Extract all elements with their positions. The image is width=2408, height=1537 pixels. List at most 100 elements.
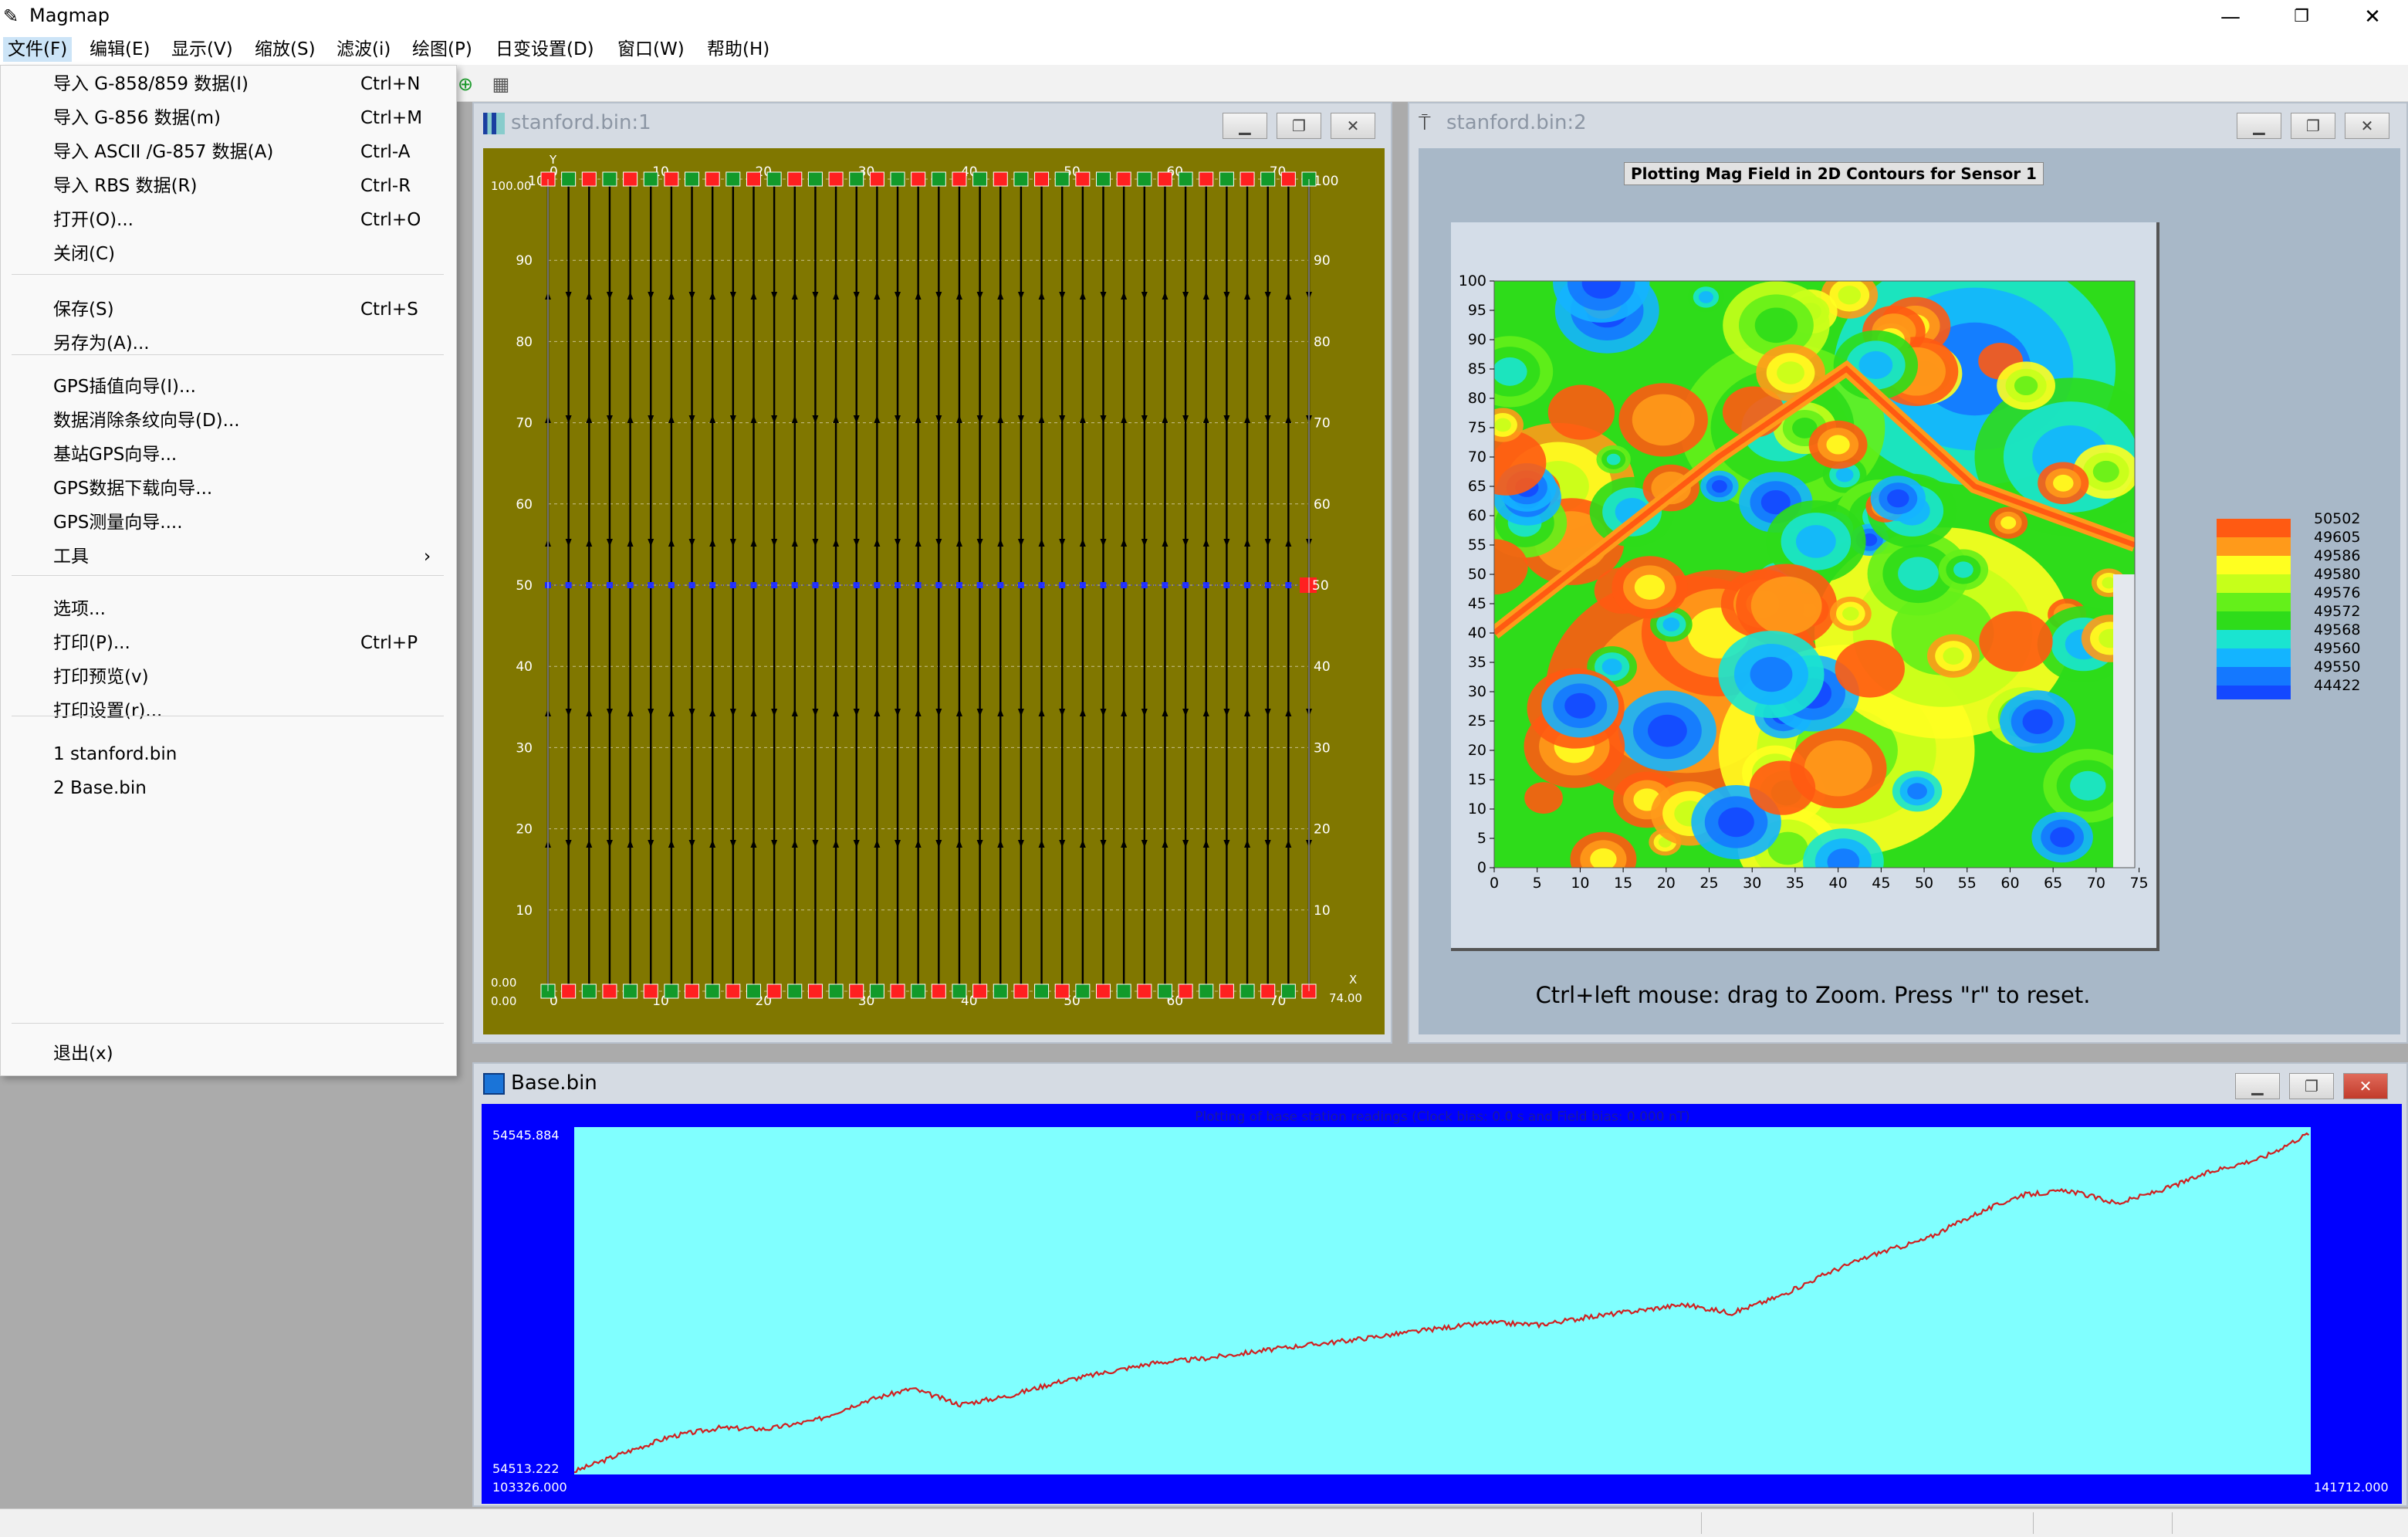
file-menu-item[interactable]: 工具 › — [1, 540, 456, 574]
window-minimize-button[interactable]: ▁ — [2237, 113, 2281, 139]
direction-arrow — [688, 415, 695, 423]
direction-arrow — [791, 709, 798, 716]
menu-item-label: 打印设置(r)... — [53, 701, 163, 721]
line-end-marker — [828, 171, 844, 187]
y-tick-label: 75 — [1468, 419, 1486, 436]
file-menu-item[interactable]: 基站GPS向导... — [1, 438, 456, 472]
menu-plot[interactable]: 绘图(P) — [408, 37, 477, 62]
base-plot-area[interactable]: Plotting of base station readings (Clock… — [482, 1104, 2402, 1504]
menu-zoom[interactable]: 缩放(S) — [250, 37, 320, 62]
direction-arrow — [935, 539, 942, 547]
file-menu-item[interactable]: 选项... — [1, 592, 456, 626]
contour-plot-area[interactable]: Plotting Mag Field in 2D Contours for Se… — [1419, 148, 2400, 1034]
menu-view[interactable]: 显示(V) — [167, 37, 238, 62]
file-menu-item[interactable]: 关闭(C) — [1, 237, 456, 271]
y-tick-label: 85 — [1468, 361, 1486, 377]
file-menu-item[interactable]: 导入 G-858/859 数据(I) Ctrl+N — [1, 67, 456, 101]
menu-item-label: 2 Base.bin — [53, 778, 147, 798]
y-tick-label: 10 — [1468, 801, 1486, 818]
file-menu-item[interactable]: 导入 ASCII /G-857 数据(A) Ctrl-A — [1, 135, 456, 169]
window-restore-button[interactable]: ❐ — [1277, 113, 1321, 139]
file-menu-item[interactable]: 打印(P)... Ctrl+P — [1, 626, 456, 660]
direction-arrow — [688, 539, 695, 547]
direction-arrow — [1264, 840, 1271, 848]
menu-window[interactable]: 窗口(W) — [613, 37, 689, 62]
contour-blob — [1754, 307, 1798, 344]
y-tick-label: 100 — [1459, 273, 1486, 289]
file-menu-item[interactable]: 打印设置(r)... — [1, 694, 456, 728]
line-end-marker — [1137, 171, 1152, 187]
contour-blob — [1494, 418, 1511, 432]
restore-button[interactable]: ❐ — [2266, 0, 2337, 34]
file-menu-item[interactable]: 退出(x) — [1, 1037, 456, 1071]
direction-arrow — [648, 840, 654, 848]
direction-arrow — [565, 840, 572, 848]
menu-filter[interactable]: 滤波(i) — [332, 37, 395, 62]
direction-arrow — [874, 840, 881, 848]
direction-arrow — [627, 292, 634, 300]
window-minimize-button[interactable]: ▁ — [2235, 1073, 2280, 1099]
file-menu-item[interactable]: 1 stanford.bin — [1, 737, 456, 771]
direction-arrow — [833, 840, 840, 848]
file-menu-item[interactable]: 打印预览(v) — [1, 660, 456, 694]
close-button[interactable]: ✕ — [2337, 0, 2408, 34]
grid-icon[interactable]: ▦ — [488, 71, 514, 97]
contour-blob — [1943, 647, 1964, 665]
window-close-button[interactable]: ✕ — [2343, 1073, 2388, 1099]
track-plot-area[interactable]: 90 90 80 80 70 70 60 60 50 40 40 30 30 20 20 10 10 100 100… — [483, 148, 1385, 1034]
window-minimize-button[interactable]: ▁ — [1223, 113, 1267, 139]
menu-help[interactable]: 帮助(H) — [702, 37, 774, 62]
window-titlebar[interactable]: stanford.bin:1 ▁ ❐ ✕ — [474, 103, 1391, 142]
file-menu-item[interactable]: GPS插值向导(I)... — [1, 370, 456, 404]
direction-arrow — [791, 415, 798, 423]
direction-arrow — [1059, 292, 1066, 300]
file-menu-item[interactable]: 另存为(A)... — [1, 327, 456, 361]
direction-arrow — [935, 840, 942, 848]
minimize-button[interactable]: — — [2195, 0, 2266, 34]
status-bar — [0, 1508, 2408, 1537]
window-restore-button[interactable]: ❐ — [2289, 1073, 2334, 1099]
legend-value: 49576 — [2314, 584, 2360, 601]
direction-arrow — [1038, 415, 1045, 423]
y-tick-label: 60 — [1468, 507, 1486, 524]
window-close-button[interactable]: ✕ — [1331, 113, 1375, 139]
file-menu-item[interactable]: 导入 RBS 数据(R) Ctrl-R — [1, 169, 456, 203]
direction-arrow — [833, 292, 840, 300]
legend-swatch — [2217, 574, 2291, 593]
legend-value: 49605 — [2314, 529, 2360, 546]
direction-arrow — [627, 709, 634, 716]
x-tick-label: 65 — [2044, 875, 2062, 892]
window-restore-button[interactable]: ❐ — [2291, 113, 2335, 139]
direction-arrow — [1285, 415, 1292, 423]
xmax-label: 74.00 — [1329, 991, 1362, 1005]
file-menu-item[interactable]: 导入 G-856 数据(m) Ctrl+M — [1, 101, 456, 135]
menu-diurnal[interactable]: 日变设置(D) — [491, 37, 599, 62]
direction-arrow — [812, 709, 819, 716]
menu-file[interactable]: 文件(F) — [3, 37, 73, 62]
file-menu-item[interactable]: 数据消除条纹向导(D)... — [1, 404, 456, 438]
menu-edit[interactable]: 编辑(E) — [85, 37, 154, 62]
file-menu-item[interactable]: GPS数据下载向导... — [1, 472, 456, 506]
direction-arrow — [997, 539, 1004, 547]
legend-swatch — [2217, 648, 2291, 667]
line-end-marker — [602, 171, 617, 187]
direction-arrow — [1100, 840, 1107, 848]
direction-arrow — [997, 415, 1004, 423]
window-titlebar[interactable]: Base.bin ▁ ❐ ✕ — [474, 1064, 2406, 1102]
file-menu-item[interactable]: 打开(O)... Ctrl+O — [1, 203, 456, 237]
file-menu-item[interactable]: 2 Base.bin — [1, 771, 456, 805]
y-tick-label: 25 — [1468, 713, 1486, 730]
menu-separator — [12, 575, 444, 576]
direction-arrow — [1100, 292, 1107, 300]
line-end-marker — [1096, 983, 1111, 999]
direction-arrow — [1285, 539, 1292, 547]
chart-title: Plotting of base station readings (Clock… — [1195, 1109, 1690, 1125]
file-menu-item[interactable]: 保存(S) Ctrl+S — [1, 293, 456, 327]
file-menu-item[interactable]: GPS测量向导.... — [1, 506, 456, 540]
menu-separator — [12, 354, 444, 355]
y-tick-label-right: 30 — [1314, 740, 1331, 756]
window-titlebar[interactable]: ⍑ stanford.bin:2 ▁ ❐ ✕ — [1409, 103, 2406, 142]
direction-arrow — [1244, 292, 1251, 300]
window-close-button[interactable]: ✕ — [2345, 113, 2389, 139]
menu-bar: 文件(F) 编辑(E) 显示(V) 缩放(S) 滤波(i) 绘图(P) 日变设置… — [0, 34, 2408, 65]
